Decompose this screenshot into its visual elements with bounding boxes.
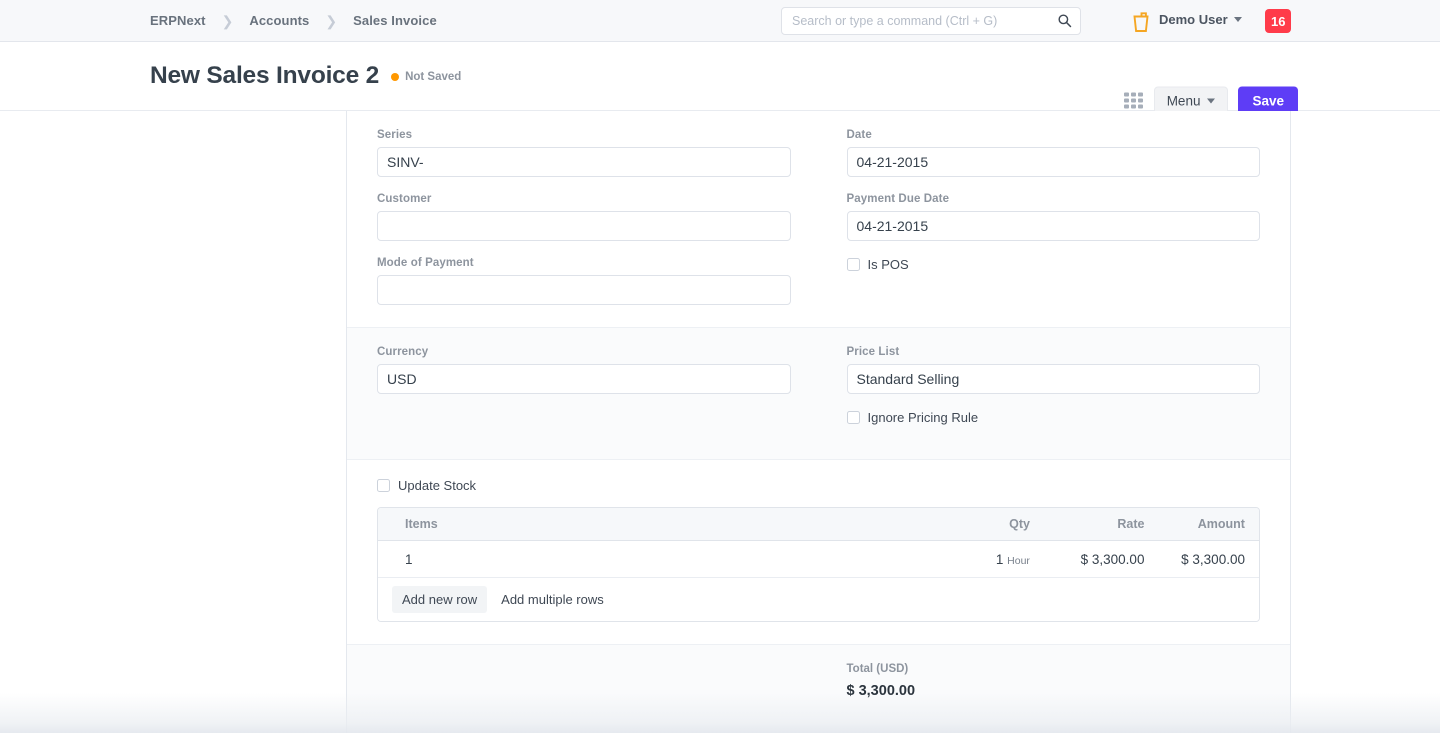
checkbox-is-pos[interactable]: Is POS	[847, 257, 1261, 272]
column-header-amount: Amount	[1144, 517, 1259, 531]
ignore-pricing-rule-label: Ignore Pricing Rule	[868, 410, 979, 425]
user-menu[interactable]: Demo User	[1159, 12, 1242, 27]
cell-amount[interactable]: $ 3,300.00	[1144, 552, 1259, 567]
total-value: $ 3,300.00	[847, 683, 1261, 699]
field-customer-label: Customer	[377, 193, 791, 205]
column-header-rate: Rate	[1030, 517, 1145, 531]
breadcrumb-item-accounts[interactable]: Accounts	[249, 13, 309, 28]
form-section-basic: Series Customer Mode of Payment Date	[347, 111, 1290, 327]
form-column-right: Date Payment Due Date Is POS	[819, 129, 1261, 305]
totals-column-right: Total (USD) $ 3,300.00	[819, 663, 1261, 699]
field-series: Series	[377, 129, 791, 177]
items-grid: Items Qty Rate Amount 1 1 Hour $ 3,300.0…	[377, 507, 1260, 622]
customer-input[interactable]	[377, 211, 791, 241]
page-titlebar: New Sales Invoice 2 Not Saved Menu Save	[0, 42, 1440, 111]
add-new-row-button[interactable]: Add new row	[392, 586, 487, 613]
global-search	[781, 7, 1081, 35]
field-payment-due-date: Payment Due Date	[847, 193, 1261, 241]
series-input[interactable]	[377, 147, 791, 177]
mode-of-payment-input[interactable]	[377, 275, 791, 305]
currency-input[interactable]	[377, 364, 791, 394]
form-column-left: Series Customer Mode of Payment	[377, 129, 819, 305]
checkbox-ignore-pricing-rule[interactable]: Ignore Pricing Rule	[847, 410, 1261, 425]
form-container: Series Customer Mode of Payment Date	[346, 111, 1291, 733]
column-header-items: Items	[378, 517, 924, 531]
page-title-group: New Sales Invoice 2 Not Saved	[150, 62, 461, 90]
field-price-list: Price List	[847, 346, 1261, 394]
field-currency: Currency	[377, 346, 791, 394]
checkbox-update-stock[interactable]: Update Stock	[377, 478, 1260, 493]
form-section-items: Update Stock Items Qty Rate Amount 1 1 H…	[347, 459, 1290, 644]
breadcrumb-item-erpnext[interactable]: ERPNext	[150, 13, 206, 28]
is-pos-label: Is POS	[868, 257, 909, 272]
status-badge-label: Not Saved	[405, 71, 461, 83]
field-mode-of-payment-label: Mode of Payment	[377, 257, 791, 269]
field-series-label: Series	[377, 129, 791, 141]
ignore-pricing-rule-checkbox[interactable]	[847, 411, 860, 424]
table-row[interactable]: 1 1 Hour $ 3,300.00 $ 3,300.00	[378, 541, 1259, 578]
user-menu-label: Demo User	[1159, 12, 1228, 27]
breadcrumb-separator-icon: ❯	[309, 14, 353, 28]
date-input[interactable]	[847, 147, 1261, 177]
navbar: ERPNext ❯ Accounts ❯ Sales Invoice Demo …	[0, 0, 1440, 42]
grid-dots-icon[interactable]	[1124, 92, 1144, 110]
status-dot-icon	[391, 73, 399, 81]
items-grid-header: Items Qty Rate Amount	[378, 508, 1259, 541]
field-customer: Customer	[377, 193, 791, 241]
page-body: Series Customer Mode of Payment Date	[0, 111, 1440, 733]
field-mode-of-payment: Mode of Payment	[377, 257, 791, 305]
page-title: New Sales Invoice 2	[150, 62, 379, 90]
totals-column-left	[377, 663, 819, 699]
chevron-down-icon	[1207, 99, 1215, 104]
total-label: Total (USD)	[847, 663, 1261, 675]
column-header-qty: Qty	[924, 517, 1030, 531]
cell-qty[interactable]: 1 Hour	[924, 552, 1030, 567]
form-section-totals: Total (USD) $ 3,300.00	[347, 644, 1290, 729]
payment-due-date-input[interactable]	[847, 211, 1261, 241]
field-payment-due-date-label: Payment Due Date	[847, 193, 1261, 205]
cell-row-index[interactable]: 1	[378, 552, 924, 567]
form-section-currency: Currency Price List Ignore Pricing Rule	[347, 327, 1290, 459]
search-input[interactable]	[781, 7, 1081, 35]
cell-qty-uom: Hour	[1007, 555, 1030, 567]
cell-rate[interactable]: $ 3,300.00	[1030, 552, 1145, 567]
cell-qty-value: 1	[996, 552, 1004, 567]
chevron-down-icon	[1234, 17, 1242, 22]
menu-button-label: Menu	[1167, 94, 1201, 109]
currency-column-left: Currency	[377, 346, 819, 425]
notification-badge[interactable]: 16	[1265, 9, 1291, 33]
currency-column-right: Price List Ignore Pricing Rule	[819, 346, 1261, 425]
breadcrumb-item-sales-invoice[interactable]: Sales Invoice	[353, 13, 437, 28]
add-multiple-rows-button[interactable]: Add multiple rows	[491, 586, 614, 613]
update-stock-label: Update Stock	[398, 478, 476, 493]
update-stock-checkbox[interactable]	[377, 479, 390, 492]
status-badge: Not Saved	[391, 71, 461, 83]
field-currency-label: Currency	[377, 346, 791, 358]
breadcrumb-separator-icon: ❯	[206, 14, 250, 28]
breadcrumb: ERPNext ❯ Accounts ❯ Sales Invoice	[150, 13, 437, 28]
is-pos-checkbox[interactable]	[847, 258, 860, 271]
items-grid-footer: Add new row Add multiple rows	[378, 578, 1259, 621]
coffee-cup-icon[interactable]	[1130, 9, 1152, 33]
field-date: Date	[847, 129, 1261, 177]
field-date-label: Date	[847, 129, 1261, 141]
price-list-input[interactable]	[847, 364, 1261, 394]
field-price-list-label: Price List	[847, 346, 1261, 358]
